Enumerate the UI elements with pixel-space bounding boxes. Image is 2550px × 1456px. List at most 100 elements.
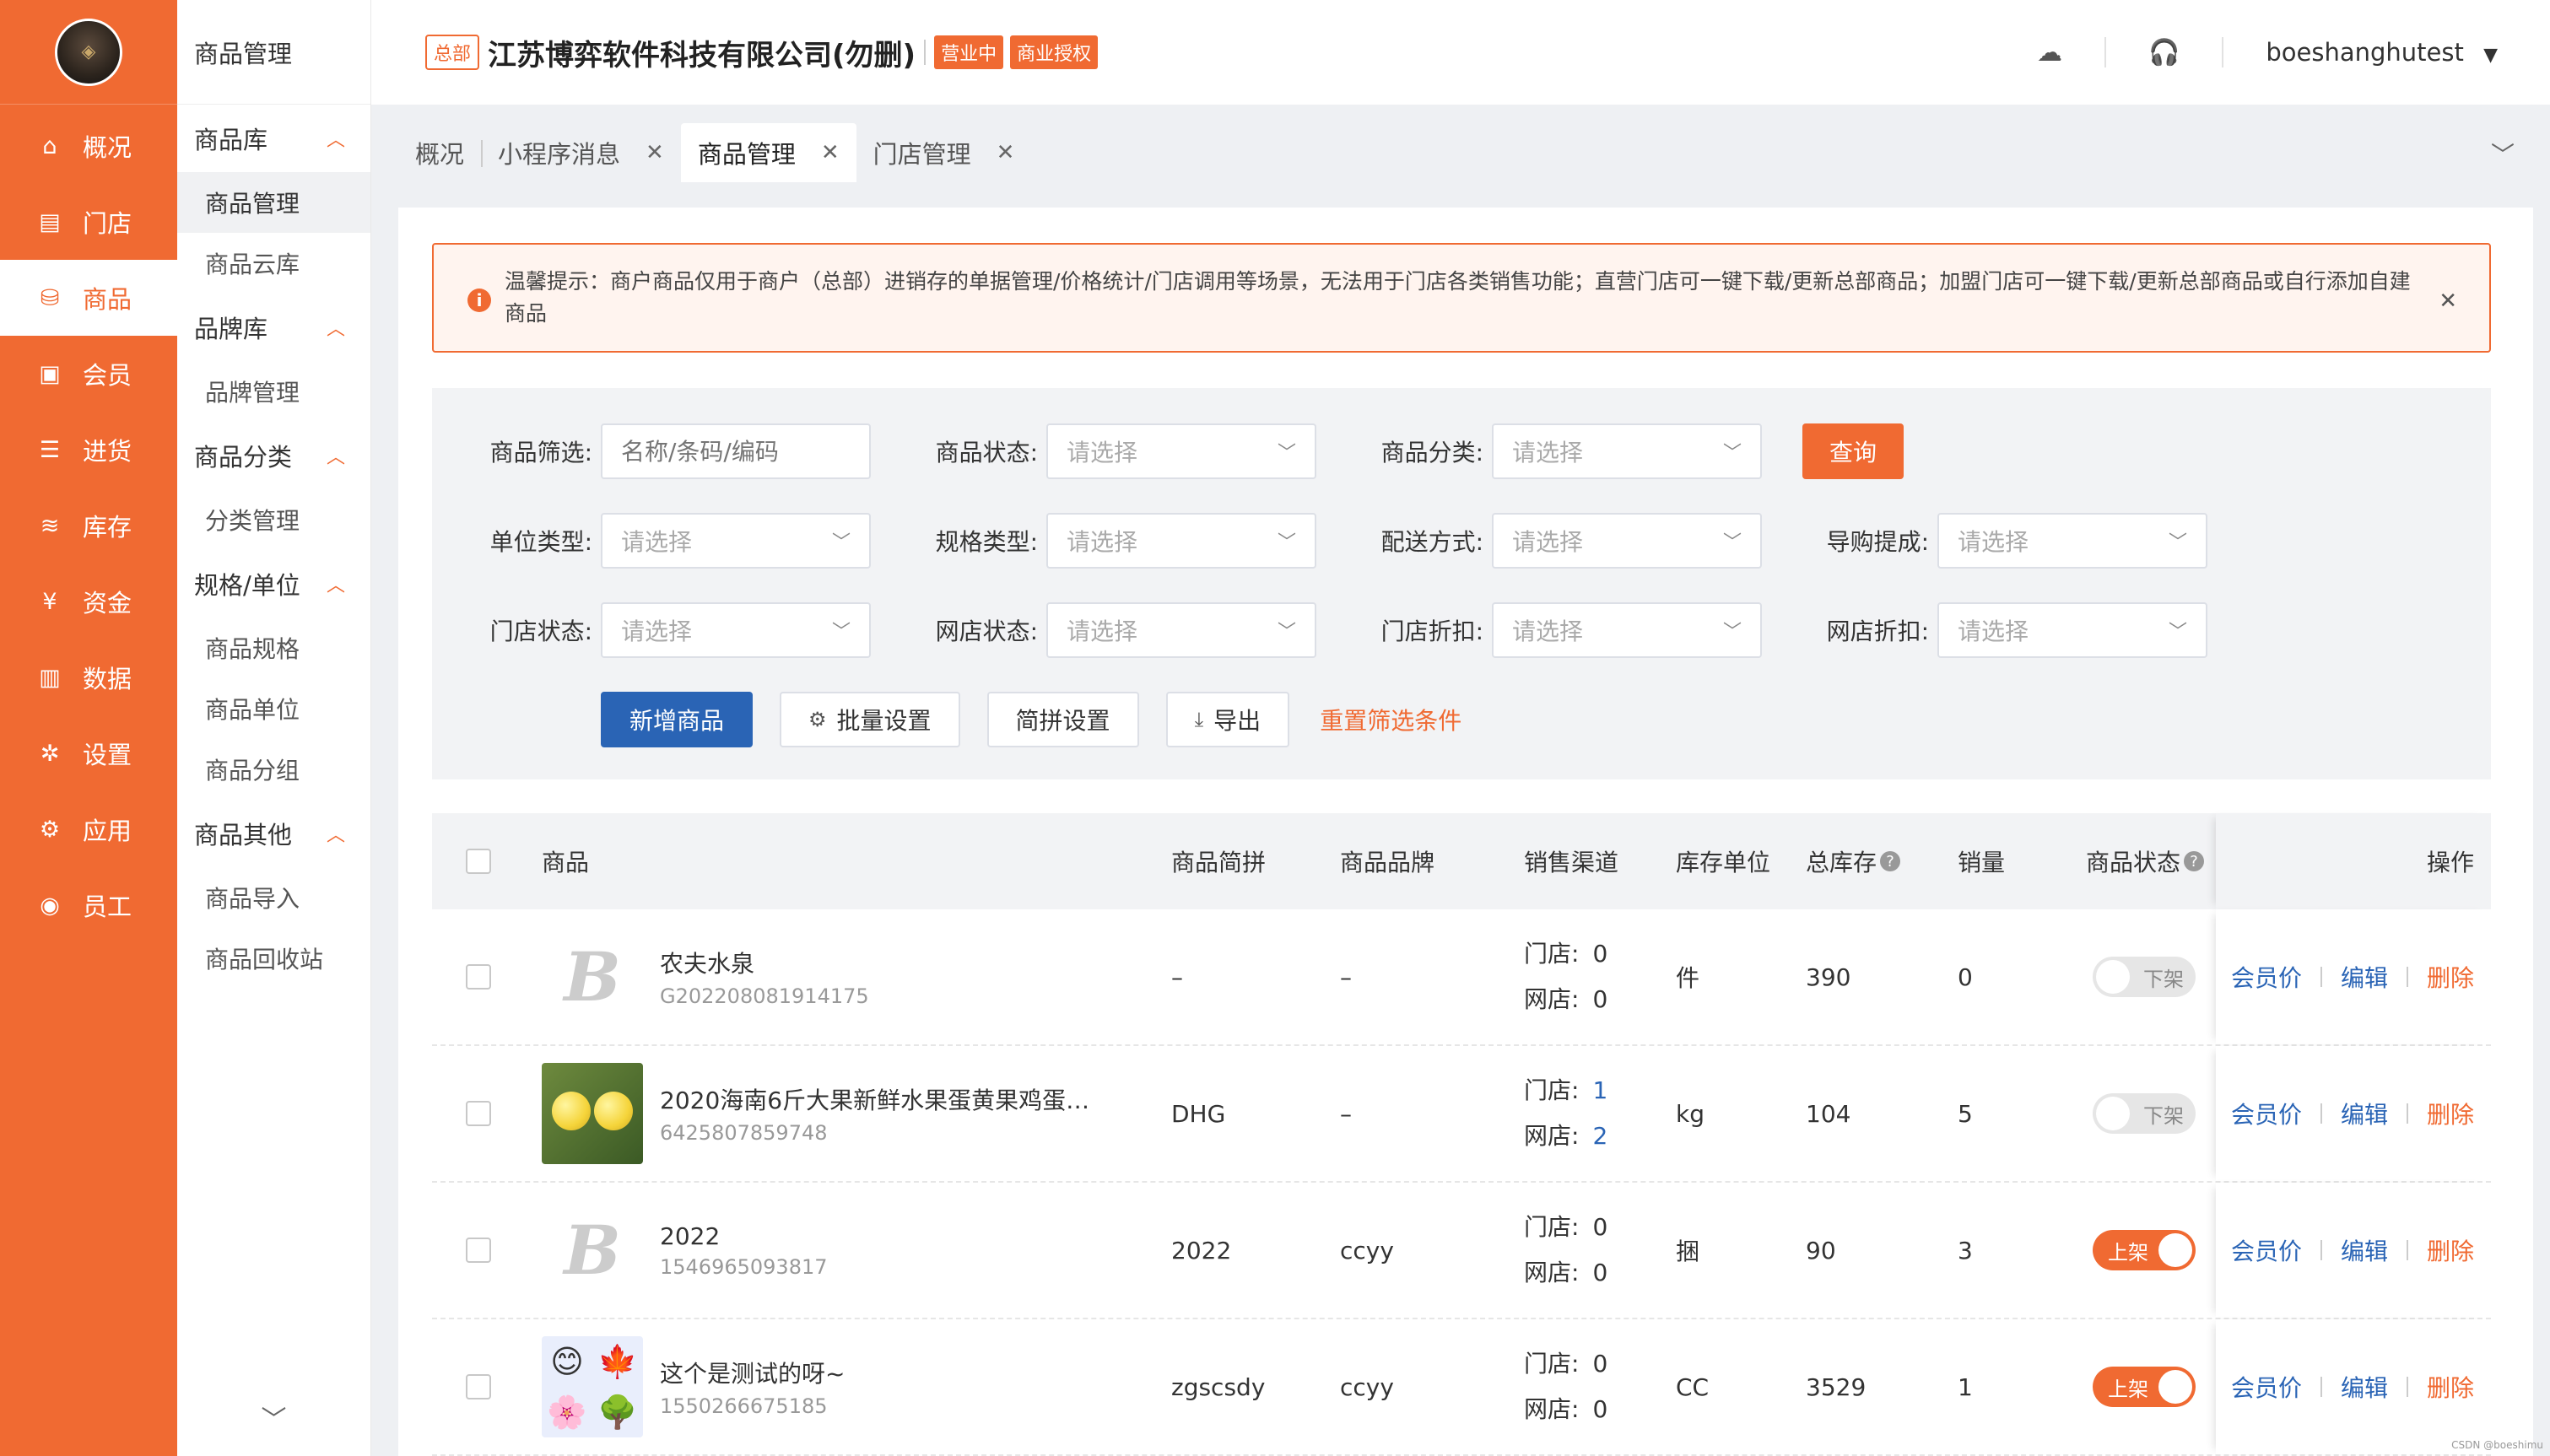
help-icon[interactable]: ? <box>1880 851 1901 871</box>
close-icon[interactable]: ✕ <box>821 140 840 165</box>
submenu-link[interactable]: 分类管理 <box>177 489 370 550</box>
status-select[interactable]: 请选择 ﹀ <box>1046 423 1316 479</box>
button-label: 批量设置 <box>836 707 932 735</box>
category-select[interactable]: 请选择 ﹀ <box>1492 423 1762 479</box>
reset-filters-link[interactable]: 重置筛选条件 <box>1320 703 1461 736</box>
col-stock: 总库存 <box>1806 849 1877 876</box>
cloud-download-icon[interactable]: ☁ <box>2037 38 2062 67</box>
hq-tag: 总部 <box>425 35 480 70</box>
chevron-down-icon[interactable]: ﹀ <box>2491 137 2515 170</box>
nav-item[interactable]: ☰ 进货 <box>0 412 177 488</box>
help-icon[interactable]: ? <box>2184 851 2205 871</box>
delete-link[interactable]: 删除 <box>2427 1370 2474 1404</box>
submenu-link[interactable]: 商品管理 <box>177 172 370 233</box>
submenu-link[interactable]: 商品分组 <box>177 739 370 800</box>
store-discount-select[interactable]: 请选择 ﹀ <box>1492 602 1762 658</box>
delete-link[interactable]: 删除 <box>2427 1233 2474 1267</box>
tab[interactable]: 概况 <box>398 123 481 182</box>
row-checkbox[interactable] <box>466 964 491 990</box>
submenu-link[interactable]: 商品回收站 <box>177 928 370 989</box>
submenu-group[interactable]: 品牌库 ︿ <box>177 294 370 361</box>
nav-item[interactable]: ≋ 库存 <box>0 488 177 564</box>
edit-link[interactable]: 编辑 <box>2341 960 2388 994</box>
row-actions: 会员价 编辑 删除 <box>2216 1183 2491 1318</box>
channel-store-count[interactable]: 1 <box>1592 1076 1607 1104</box>
delete-link[interactable]: 删除 <box>2427 960 2474 994</box>
table-row: 2020海南6斤大果新鲜水果蛋黄果鸡蛋果仙桃 6425807859748 DHG – 门… <box>432 1046 2491 1183</box>
row-checkbox[interactable] <box>466 1374 491 1399</box>
tab[interactable]: 小程序消息 ✕ <box>481 123 681 182</box>
close-icon[interactable]: ✕ <box>2439 285 2457 317</box>
status-toggle[interactable]: 下架 <box>2093 1093 2196 1134</box>
online-discount-select[interactable]: 请选择 ﹀ <box>1937 602 2207 658</box>
status-toggle[interactable]: 上架 <box>2093 1367 2196 1407</box>
row-checkbox[interactable] <box>466 1101 491 1126</box>
nav-item[interactable]: ¥ 资金 <box>0 564 177 639</box>
edit-link[interactable]: 编辑 <box>2341 1233 2388 1267</box>
member-price-link[interactable]: 会员价 <box>2231 1233 2302 1267</box>
delivery-select[interactable]: 请选择 ﹀ <box>1492 513 1762 569</box>
product-name[interactable]: 2020海南6斤大果新鲜水果蛋黄果鸡蛋果仙桃 <box>660 1082 1090 1116</box>
download-icon: ⤓ <box>1194 708 1204 731</box>
headset-icon[interactable]: 🎧 <box>2148 38 2180 67</box>
submenu-link[interactable]: 品牌管理 <box>177 361 370 422</box>
submenu-link[interactable]: 商品导入 <box>177 867 370 928</box>
chevron-down-icon: ﹀ <box>1722 532 1742 553</box>
product-name[interactable]: 农夫水泉 <box>660 946 869 979</box>
nav-item[interactable]: ▤ 门店 <box>0 184 177 260</box>
nav-item[interactable]: ▣ 会员 <box>0 336 177 412</box>
gear-icon: ✲ <box>40 740 60 767</box>
query-button[interactable]: 查询 <box>1802 423 1904 479</box>
submenu-link[interactable]: 商品云库 <box>177 233 370 294</box>
submenu-link[interactable]: 商品单位 <box>177 678 370 739</box>
chevron-down-icon[interactable]: ﹀ <box>177 1399 370 1436</box>
page-tabs: 概况 小程序消息 ✕ 商品管理 ✕ 门店管理 ✕ ﹀ <box>371 105 2550 182</box>
nav-item[interactable]: ⌂ 概况 <box>0 108 177 184</box>
member-price-link[interactable]: 会员价 <box>2231 1097 2302 1130</box>
edit-link[interactable]: 编辑 <box>2341 1097 2388 1130</box>
close-icon[interactable]: ✕ <box>646 140 664 165</box>
product-table: 商品 商品简拼 商品品牌 销售渠道 库存单位 总库存? 销量 商品状态? 操作 … <box>432 813 2491 1456</box>
product-name[interactable]: 这个是测试的呀~ <box>660 1356 845 1389</box>
status-toggle[interactable]: 上架 <box>2093 1230 2196 1270</box>
spec-type-select[interactable]: 请选择 ﹀ <box>1046 513 1316 569</box>
select-all-checkbox[interactable] <box>466 849 491 874</box>
member-price-link[interactable]: 会员价 <box>2231 1370 2302 1404</box>
status-toggle[interactable]: 下架 <box>2093 957 2196 997</box>
unit-type-select[interactable]: 请选择 ﹀ <box>601 513 871 569</box>
nav-item[interactable]: ◉ 员工 <box>0 867 177 943</box>
channel-online-count[interactable]: 2 <box>1592 1122 1607 1150</box>
table-row: B 农夫水泉 G202208081914175– – 门店: 0 网店: 0 件 390 0 下架 会员… <box>432 909 2491 1046</box>
content-panel: i 温馨提示：商户商品仅用于商户（总部）进销存的单据管理/价格统计/门店调用等场… <box>398 208 2533 1456</box>
col-status: 商品状态 <box>2086 849 2181 876</box>
store-status-select[interactable]: 请选择 ﹀ <box>601 602 871 658</box>
online-status-select[interactable]: 请选择 ﹀ <box>1046 602 1316 658</box>
commission-select[interactable]: 请选择 ﹀ <box>1937 513 2207 569</box>
submenu-group[interactable]: 商品其他 ︿ <box>177 800 370 867</box>
sales-count: 3 <box>1958 1236 1973 1265</box>
row-checkbox[interactable] <box>466 1238 491 1263</box>
delete-link[interactable]: 删除 <box>2427 1097 2474 1130</box>
nav-item[interactable]: ⛁ 商品 <box>0 260 177 336</box>
pinyin-settings-button[interactable]: 简拼设置 <box>986 692 1139 747</box>
nav-item[interactable]: ⚙ 应用 <box>0 791 177 867</box>
submenu-link[interactable]: 商品规格 <box>177 617 370 678</box>
total-stock: 390 <box>1806 963 1851 991</box>
tab[interactable]: 门店管理 ✕ <box>856 123 1032 182</box>
tab[interactable]: 商品管理 ✕ <box>680 123 856 182</box>
submenu-group[interactable]: 商品库 ︿ <box>177 105 370 172</box>
edit-link[interactable]: 编辑 <box>2341 1370 2388 1404</box>
nav-item[interactable]: ▥ 数据 <box>0 639 177 715</box>
member-price-link[interactable]: 会员价 <box>2231 960 2302 994</box>
select-placeholder: 请选择 <box>1067 617 1138 645</box>
add-product-button[interactable]: 新增商品 <box>601 692 754 747</box>
close-icon[interactable]: ✕ <box>997 140 1015 165</box>
nav-item[interactable]: ✲ 设置 <box>0 715 177 791</box>
submenu-group[interactable]: 规格/单位 ︿ <box>177 550 370 617</box>
export-button[interactable]: ⤓ 导出 <box>1165 692 1290 747</box>
product-name[interactable]: 2022 <box>660 1222 828 1250</box>
submenu-group[interactable]: 商品分类 ︿ <box>177 422 370 489</box>
batch-settings-button[interactable]: ⚙ 批量设置 <box>780 692 960 747</box>
product-search-input[interactable] <box>601 423 871 479</box>
user-menu[interactable]: boeshanghutest ▼ <box>2266 38 2498 67</box>
